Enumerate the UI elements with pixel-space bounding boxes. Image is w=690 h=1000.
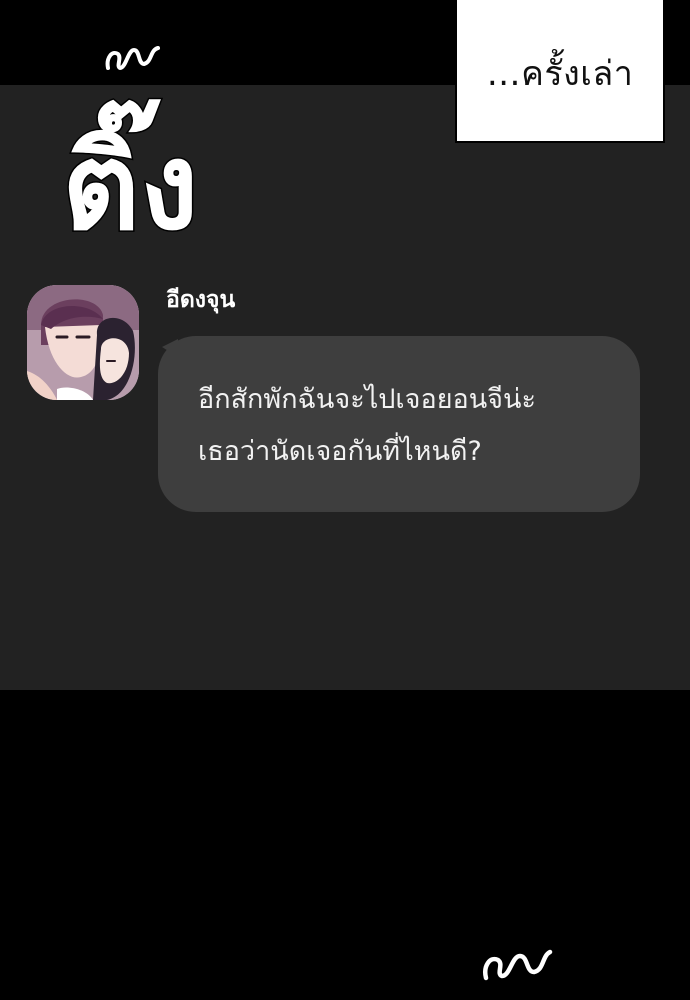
bubble-tail <box>160 337 178 359</box>
message-line-1: อีกสักพักฉันจะไปเจอยอนจีน่ะ <box>198 384 536 415</box>
message-line-2: เธอว่านัดเจอกันที่ไหนดี? <box>198 436 482 467</box>
notification-squiggle-bottom-icon <box>478 938 558 988</box>
sound-effect-text: ติ๊ง <box>62 99 199 257</box>
narration-caption-box: …ครั้งเล่า <box>455 0 665 143</box>
narration-caption-text: …ครั้งเล่า <box>486 54 634 94</box>
message-bubble[interactable]: อีกสักพักฉันจะไปเจอยอนจีน่ะ เธอว่านัดเจอ… <box>158 336 640 512</box>
sound-effect-ting: ติ๊ง <box>61 88 222 259</box>
notification-squiggle-icon <box>100 38 170 78</box>
sender-avatar[interactable] <box>27 285 139 400</box>
sender-name: อีดงจุน <box>166 287 236 313</box>
